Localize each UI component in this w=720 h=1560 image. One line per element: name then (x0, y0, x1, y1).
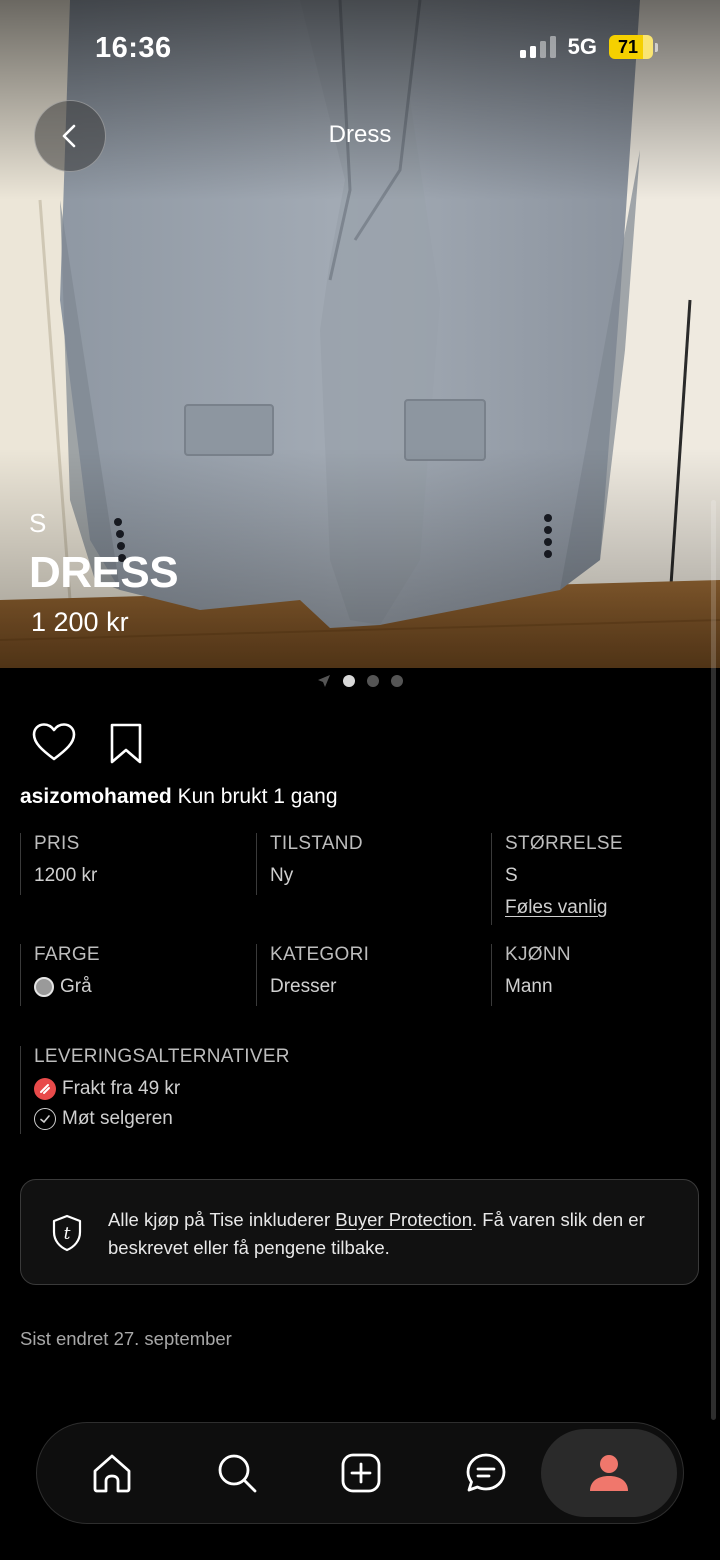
delivery-option: Frakt fra 49 kr (34, 1078, 290, 1100)
attr-label: KJØNN (505, 944, 571, 965)
location-arrow-icon (318, 675, 330, 687)
attr-label: PRIS (34, 833, 80, 854)
page-title: Dress (328, 121, 392, 148)
bottom-tab-bar (36, 1422, 684, 1524)
check-circle-icon (34, 1108, 56, 1130)
action-bar (32, 722, 146, 766)
tab-messages[interactable] (431, 1423, 541, 1523)
image-pagination[interactable] (0, 674, 720, 688)
buyer-protection-text: Alle kjøp på Tise inkluderer Buyer Prote… (108, 1209, 645, 1258)
pagination-dot[interactable] (343, 675, 355, 687)
delivery-option-text: Møt selgeren (62, 1108, 173, 1129)
svg-text:t: t (64, 1224, 71, 1244)
buyer-protection-card: t Alle kjøp på Tise inkluderer Buyer Pro… (20, 1179, 699, 1285)
hero-product-name: DRESS (29, 548, 179, 597)
description-text: Kun brukt 1 gang (177, 785, 338, 808)
profile-icon (590, 1455, 628, 1491)
shipping-icon (34, 1078, 56, 1100)
status-time: 16:36 (95, 32, 172, 64)
seller-username[interactable]: asizomohamed (20, 785, 172, 808)
scrollbar[interactable] (711, 500, 716, 1420)
delivery-option: Møt selgeren (34, 1108, 290, 1130)
delivery-option-text: Frakt fra 49 kr (62, 1078, 181, 1099)
attr-label: FARGE (34, 944, 100, 965)
pagination-dot[interactable] (367, 675, 379, 687)
attr-label: KATEGORI (270, 944, 370, 965)
attr-size: STØRRELSE S Føles vanlig (491, 833, 623, 925)
home-icon (93, 1454, 131, 1493)
tab-home[interactable] (57, 1423, 167, 1523)
hero-price: 1 200 kr (31, 607, 129, 637)
status-indicators: 5G 71 (519, 34, 658, 60)
search-icon (218, 1454, 257, 1493)
tab-profile[interactable] (541, 1429, 677, 1517)
tab-search[interactable] (182, 1423, 292, 1523)
attr-value: S (505, 865, 518, 886)
battery-level: 71 (618, 36, 639, 57)
attr-value: Mann (505, 976, 553, 997)
attr-value: Ny (270, 865, 294, 886)
attr-value: 1200 kr (34, 865, 98, 886)
attr-label: STØRRELSE (505, 833, 623, 854)
buyer-protection-link[interactable]: Buyer Protection (335, 1209, 472, 1230)
network-type: 5G (567, 34, 597, 59)
heart-icon[interactable] (32, 722, 76, 762)
battery-icon: 71 (609, 35, 658, 59)
hero-size: S (29, 508, 47, 538)
attr-category: KATEGORI Dresser (256, 944, 369, 1006)
attr-delivery: LEVERINGSALTERNATIVER Frakt fra 49 kr Mø… (20, 1046, 290, 1134)
attr-color: FARGE Grå (20, 944, 100, 1006)
attr-label: TILSTAND (270, 833, 363, 854)
tab-sell[interactable] (306, 1423, 416, 1523)
attr-value: Grå (60, 976, 92, 997)
tise-shield-icon: t (52, 1214, 82, 1252)
listing-description: asizomohamed Kun brukt 1 gang (20, 785, 338, 809)
attr-price: PRIS 1200 kr (20, 833, 97, 895)
plus-square-icon (341, 1453, 381, 1493)
attr-label: LEVERINGSALTERNATIVER (34, 1046, 290, 1067)
chat-icon (466, 1453, 506, 1492)
signal-icon (519, 36, 556, 58)
bookmark-icon[interactable] (106, 722, 146, 766)
size-fit-link[interactable]: Føles vanlig (505, 897, 623, 919)
attr-gender: KJØNN Mann (491, 944, 571, 1006)
color-swatch (34, 977, 54, 997)
last-edited: Sist endret 27. september (20, 1328, 232, 1349)
attr-value[interactable]: Dresser (270, 976, 369, 998)
attr-condition: TILSTAND Ny (256, 833, 363, 895)
pagination-dot[interactable] (391, 675, 403, 687)
